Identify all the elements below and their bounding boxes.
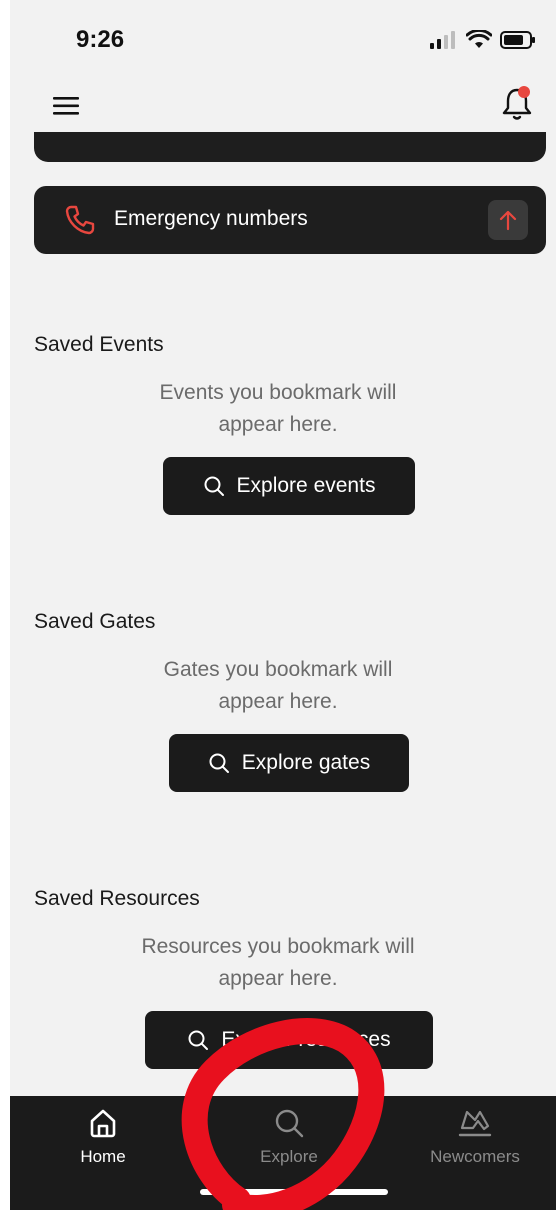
saved-events-empty-text: Events you bookmark will appear here. (10, 377, 556, 441)
explore-gates-label: Explore gates (241, 751, 371, 774)
tab-home[interactable]: Home (28, 1108, 178, 1178)
home-icon (90, 1109, 116, 1138)
status-bar: 9:26 (10, 0, 556, 80)
hamburger-menu-icon[interactable] (50, 90, 82, 122)
phone-icon (65, 205, 95, 235)
explore-gates-button[interactable]: Explore gates (169, 734, 409, 792)
notification-bell-icon[interactable] (500, 84, 534, 124)
newcomers-icon (458, 1110, 492, 1137)
empty-text-line: appear here. (218, 413, 338, 436)
explore-resources-button[interactable]: Explore resources (145, 1011, 433, 1069)
explore-events-button[interactable]: Explore events (163, 457, 415, 515)
empty-text-line: appear here. (218, 967, 338, 990)
empty-text-line: Resources you bookmark will (141, 935, 415, 958)
tab-explore-label: Explore (260, 1147, 318, 1166)
saved-resources-title: Saved Resources (34, 887, 200, 910)
previous-card-stub (34, 132, 546, 162)
status-icons (430, 30, 536, 50)
tab-newcomers-label: Newcomers (430, 1147, 520, 1166)
search-icon (209, 753, 229, 773)
tab-home-label: Home (80, 1147, 126, 1166)
search-icon (204, 476, 224, 496)
wifi-icon (466, 30, 492, 48)
tab-explore[interactable]: Explore (214, 1108, 364, 1178)
home-indicator (200, 1189, 388, 1195)
empty-text-line: appear here. (218, 690, 338, 713)
arrow-up-icon (499, 210, 517, 231)
battery-icon (500, 31, 535, 49)
search-icon (275, 1109, 304, 1138)
emergency-numbers-card[interactable]: Emergency numbers (34, 186, 546, 254)
empty-text-line: Gates you bookmark will (163, 658, 393, 681)
saved-gates-empty-text: Gates you bookmark will appear here. (10, 654, 556, 718)
emergency-numbers-label: Emergency numbers (114, 207, 308, 230)
saved-resources-empty-text: Resources you bookmark will appear here. (10, 931, 556, 995)
app-screen: 9:26 Emergency numbers Saved Events Even… (10, 0, 556, 1210)
explore-events-label: Explore events (236, 474, 376, 497)
top-navigation (10, 80, 556, 140)
notification-badge (518, 86, 530, 98)
saved-events-title: Saved Events (34, 333, 164, 356)
expand-button[interactable] (488, 200, 528, 240)
empty-text-line: Events you bookmark will (159, 381, 397, 404)
saved-gates-title: Saved Gates (34, 610, 156, 633)
explore-resources-label: Explore resources (221, 1028, 391, 1051)
cellular-signal-icon (430, 31, 455, 49)
tab-newcomers[interactable]: Newcomers (400, 1108, 550, 1178)
search-icon (188, 1030, 209, 1050)
status-time: 9:26 (76, 26, 125, 53)
